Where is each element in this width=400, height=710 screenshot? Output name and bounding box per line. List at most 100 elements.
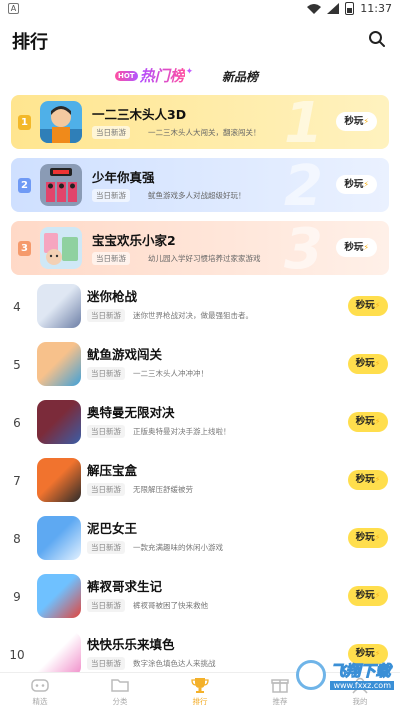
top-card-3[interactable]: 3 3 宝宝欢乐小家2 当日新游 幼儿园入学好习惯培养过家家游戏 秒玩⚡ (11, 221, 389, 275)
bolt-icon: ⚡ (374, 359, 381, 368)
game-description: 无限解压舒缓被劳 (133, 485, 193, 494)
list-item[interactable]: 4 迷你枪战 当日新游 迷你世界枪战对决，做最强狙击者。 秒玩⚡ (0, 280, 400, 338)
list-item[interactable]: 5 鱿鱼游戏闯关 当日新游 一二三木头人冲冲冲！ 秒玩⚡ (0, 338, 400, 396)
nav-ranking-label: 排行 (192, 697, 208, 706)
game-name: 鱿鱼游戏闯关 (87, 347, 163, 362)
rank-watermark-number: 3 (284, 221, 323, 275)
game-name: 奥特曼无限对决 (87, 405, 175, 420)
nav-ranking[interactable]: 排行 (170, 675, 230, 707)
game-icon (37, 400, 81, 444)
new-game-tag: 当日新游 (87, 599, 125, 612)
rank-badge: 1 (18, 115, 31, 130)
bolt-icon: ⚡ (363, 117, 369, 126)
game-description: 迷你世界枪战对决，做最强狙击者。 (133, 311, 253, 320)
bolt-icon: ⚡ (374, 301, 381, 310)
tab-hot-label: 热门榜 (139, 67, 185, 85)
game-name: 裤衩哥求生记 (87, 579, 163, 594)
hot-badge: HOT (115, 70, 138, 81)
bolt-icon: ⚡ (363, 243, 369, 252)
rank-number: 10 (9, 648, 25, 662)
search-icon[interactable] (368, 30, 386, 48)
play-button-label: 秒玩 (344, 116, 364, 127)
rank-number: 6 (13, 416, 21, 430)
play-button-label: 秒玩 (355, 532, 375, 543)
game-icon (37, 574, 81, 618)
new-game-tag: 当日新游 (92, 189, 130, 202)
watermark-logo-icon (296, 660, 327, 690)
play-button-label: 秒玩 (355, 590, 375, 601)
game-name: 少年你真强 (92, 170, 155, 185)
watermark-title: 飞翔下载 (330, 662, 391, 681)
bolt-icon: ⚡ (363, 180, 369, 189)
watermark-url: www.fxxz.com (330, 681, 394, 690)
rank-number: 8 (13, 532, 21, 546)
rank-watermark-number: 1 (284, 95, 323, 149)
play-button-label: 秒玩 (355, 300, 375, 311)
notification-icon: A (8, 3, 19, 14)
play-button[interactable]: 秒玩⚡ (348, 470, 388, 490)
play-button[interactable]: 秒玩⚡ (348, 412, 388, 432)
list-item[interactable]: 7 解压宝盒 当日新游 无限解压舒缓被劳 秒玩⚡ (0, 454, 400, 512)
tab-hot[interactable]: HOT 热门榜 ✦ (115, 65, 193, 86)
game-icon (37, 284, 81, 328)
game-description: 一二三木头人大闯关，翻滚闯关！ (148, 128, 261, 137)
play-button[interactable]: 秒玩⚡ (348, 354, 388, 374)
list-item[interactable]: 8 泥巴女王 当日新游 一款充满趣味的休闲小游戏 秒玩⚡ (0, 512, 400, 570)
new-game-tag: 当日新游 (87, 657, 125, 670)
status-icons: 11:37 (307, 2, 392, 15)
game-icon (40, 164, 82, 206)
play-button[interactable]: 秒玩⚡ (336, 175, 377, 194)
header: 排行 (0, 18, 400, 60)
top-card-2[interactable]: 2 2 少年你真强 当日新游 鱿鱼游戏多人对战超级好玩！ 秒玩⚡ (11, 158, 389, 212)
play-button[interactable]: 秒玩⚡ (348, 528, 388, 548)
nav-category-label: 分类 (112, 697, 128, 706)
wifi-icon (307, 3, 322, 14)
game-icon (40, 101, 82, 143)
rank-number: 7 (13, 474, 21, 488)
signal-icon (327, 3, 340, 14)
game-icon (37, 342, 81, 386)
site-watermark: 飞翔下载 www.fxxz.com (296, 660, 394, 690)
play-button[interactable]: 秒玩⚡ (348, 586, 388, 606)
game-icon (37, 516, 81, 560)
game-icon (40, 227, 82, 269)
play-button-label: 秒玩 (355, 358, 375, 369)
bolt-icon: ⚡ (374, 475, 381, 484)
game-name: 泥巴女王 (87, 521, 138, 536)
game-name: 快快乐乐来填色 (87, 637, 175, 652)
folder-icon (111, 679, 129, 692)
bolt-icon: ⚡ (374, 533, 381, 542)
list-item[interactable]: 9 裤衩哥求生记 当日新游 裤衩哥被困了快来救他 秒玩⚡ (0, 570, 400, 628)
new-game-tag: 当日新游 (87, 541, 125, 554)
new-game-tag: 当日新游 (87, 425, 125, 438)
bolt-icon: ⚡ (374, 417, 381, 426)
nav-recommend-label: 推荐 (272, 697, 288, 706)
nav-featured[interactable]: 精选 (10, 675, 70, 707)
new-game-tag: 当日新游 (87, 367, 125, 380)
game-description: 裤衩哥被困了快来救他 (133, 601, 208, 610)
game-name: 迷你枪战 (87, 289, 138, 304)
play-button[interactable]: 秒玩⚡ (336, 112, 377, 131)
play-button[interactable]: 秒玩⚡ (348, 296, 388, 316)
rank-number: 5 (13, 358, 21, 372)
game-description: 数字涂色填色达人来挑战 (133, 659, 216, 668)
nav-category[interactable]: 分类 (90, 675, 150, 707)
nav-mine-label: 我的 (352, 697, 368, 706)
trophy-icon (191, 678, 209, 693)
game-description: 一款充满趣味的休闲小游戏 (133, 543, 223, 552)
game-description: 幼儿园入学好习惯培养过家家游戏 (148, 254, 261, 263)
status-bar: A 11:37 (0, 0, 400, 18)
sparkle-icon: ✦ (185, 66, 194, 77)
game-name: 解压宝盒 (87, 463, 138, 478)
top-card-1[interactable]: 1 1 一二三木头人3D 当日新游 一二三木头人大闯关，翻滚闯关！ 秒玩⚡ (11, 95, 389, 149)
game-icon (37, 458, 81, 502)
game-description: 鱿鱼游戏多人对战超级好玩！ (148, 191, 246, 200)
tab-new[interactable]: 新品榜 (222, 68, 258, 85)
list-item[interactable]: 6 奥特曼无限对决 当日新游 正版奥特曼对决手游上线啦！ 秒玩⚡ (0, 396, 400, 454)
new-game-tag: 当日新游 (87, 483, 125, 496)
play-button[interactable]: 秒玩⚡ (336, 238, 377, 257)
gift-icon (271, 679, 289, 693)
gamepad-icon (31, 679, 49, 692)
rank-number: 9 (13, 590, 21, 604)
clock: 11:37 (360, 2, 392, 15)
